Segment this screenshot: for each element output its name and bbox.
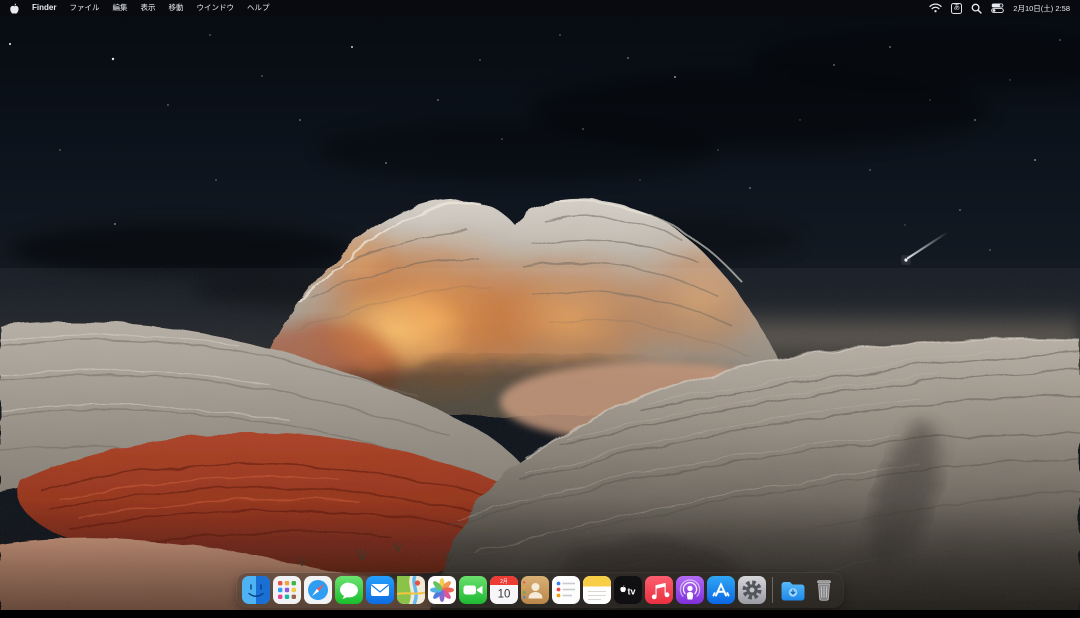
- menu-clock[interactable]: 2月10日(土) 2:58: [1013, 3, 1070, 14]
- dock-icon-app-store[interactable]: [707, 576, 735, 604]
- menu-file[interactable]: ファイル: [69, 0, 99, 16]
- menu-bar: Finder ファイル 編集 表示 移動 ウインドウ ヘルプ あ: [0, 0, 1080, 16]
- svg-text:2月: 2月: [500, 579, 508, 585]
- svg-text:tv: tv: [627, 587, 635, 597]
- dock-icon-tv[interactable]: tv: [614, 576, 642, 604]
- dock-icon-maps[interactable]: [397, 576, 425, 604]
- input-source-icon[interactable]: あ: [951, 3, 962, 14]
- spotlight-search-icon[interactable]: [971, 3, 982, 14]
- svg-text:10: 10: [498, 589, 511, 601]
- menu-view[interactable]: 表示: [140, 0, 155, 16]
- dock-icon-finder[interactable]: [242, 576, 270, 604]
- dock-icon-facetime[interactable]: [459, 576, 487, 604]
- dock-icon-calendar[interactable]: 2月 10: [490, 576, 518, 604]
- control-center-icon[interactable]: [991, 3, 1004, 13]
- dock-icon-photos[interactable]: [428, 576, 456, 604]
- dock-icon-mail[interactable]: [366, 576, 394, 604]
- menu-window[interactable]: ウインドウ: [196, 0, 234, 16]
- menu-app-name[interactable]: Finder: [32, 0, 56, 16]
- menu-help[interactable]: ヘルプ: [247, 0, 270, 16]
- dock: 2月 10: [237, 573, 843, 607]
- dock-icon-safari[interactable]: [304, 576, 332, 604]
- dock-icon-messages[interactable]: [335, 576, 363, 604]
- dock-icon-launchpad[interactable]: [273, 576, 301, 604]
- letterbox-bar: [0, 610, 1080, 618]
- dock-icon-downloads-folder[interactable]: [779, 576, 807, 604]
- wallpaper-image: [0, 0, 1080, 618]
- menu-go[interactable]: 移動: [168, 0, 183, 16]
- dock-separator: [772, 577, 773, 603]
- dock-icon-trash[interactable]: [810, 576, 838, 604]
- menu-edit[interactable]: 編集: [112, 0, 127, 16]
- dock-icon-music[interactable]: [645, 576, 673, 604]
- dock-icon-contacts[interactable]: [521, 576, 549, 604]
- apple-menu[interactable]: [10, 3, 19, 14]
- dock-icon-reminders[interactable]: [552, 576, 580, 604]
- dock-icon-notes[interactable]: [583, 576, 611, 604]
- dock-icon-podcasts[interactable]: [676, 576, 704, 604]
- dock-icon-system-settings[interactable]: [738, 576, 766, 604]
- wifi-icon[interactable]: [929, 3, 942, 13]
- desktop: Finder ファイル 編集 表示 移動 ウインドウ ヘルプ あ: [0, 0, 1080, 618]
